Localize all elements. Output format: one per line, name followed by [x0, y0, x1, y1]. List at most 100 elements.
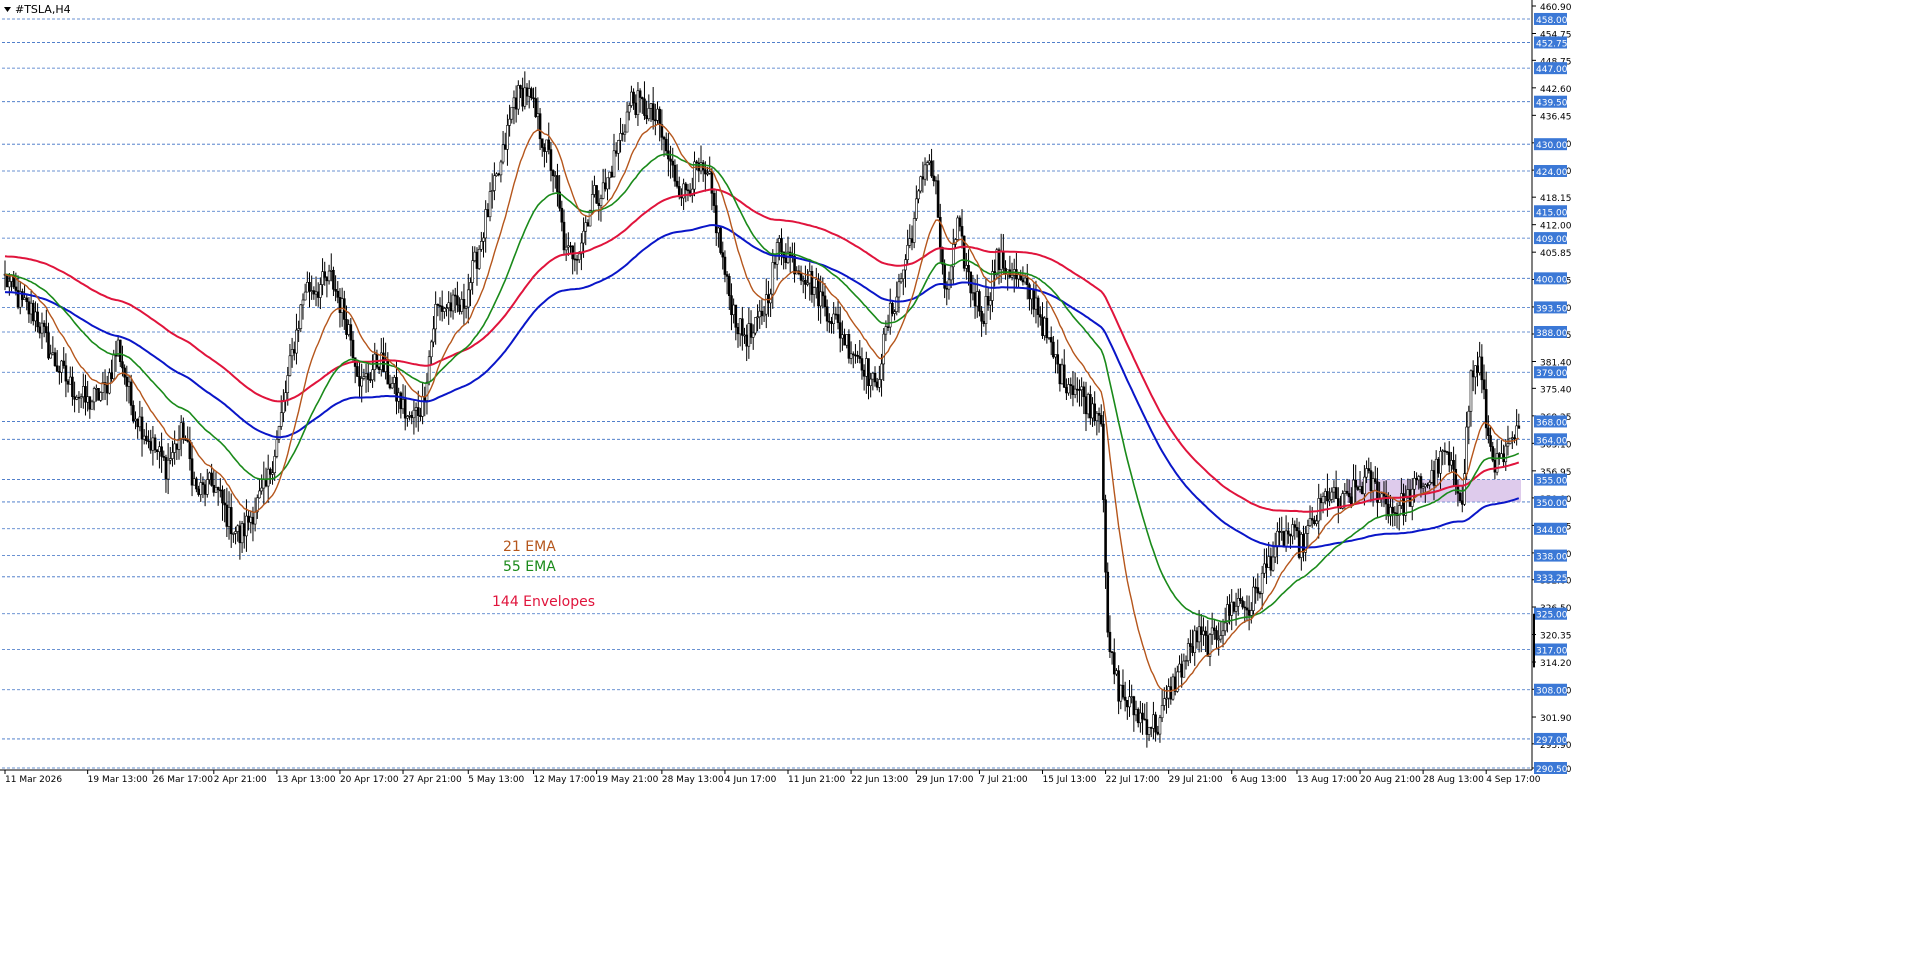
candle-body [142, 435, 146, 440]
x-tick-label: 4 Jun 17:00 [725, 775, 777, 785]
candle-body [1126, 700, 1129, 708]
candle-body [262, 478, 266, 489]
candle-body [486, 209, 490, 218]
candle-body [1249, 610, 1253, 616]
candle-body [1178, 663, 1181, 673]
candle-body [136, 418, 139, 428]
candle-body [8, 281, 11, 288]
candle-body [1310, 518, 1314, 521]
candle-body [512, 97, 516, 108]
candle-body [1450, 460, 1453, 466]
candle-body [856, 354, 859, 357]
candle-body [932, 175, 936, 182]
candle-body [138, 416, 142, 428]
candle-body [586, 222, 590, 227]
candle-body [1154, 714, 1157, 733]
candle-body [536, 113, 540, 117]
candle-body [719, 227, 722, 253]
candle-body [327, 270, 331, 282]
candle-body [649, 103, 653, 109]
candle-body [369, 379, 372, 381]
candle-body [862, 369, 866, 377]
price-level-tag-label: 355.00 [1536, 477, 1568, 487]
candle-body [290, 349, 294, 357]
candle-body [386, 358, 390, 385]
candle-body [1199, 626, 1203, 635]
candle-body [436, 304, 440, 306]
candle-body [630, 91, 633, 106]
candle-body [175, 443, 179, 450]
candle-body [1121, 684, 1125, 698]
x-tick-label: 13 Apr 13:00 [277, 775, 336, 785]
candle-body [182, 422, 185, 439]
candle-body [1049, 337, 1053, 343]
candle-body [497, 173, 501, 176]
candle-body [68, 376, 72, 385]
candle-body [25, 297, 29, 303]
candle-body [988, 300, 992, 306]
candle-body [1119, 684, 1123, 702]
candle-body [1147, 727, 1151, 735]
candle-body [958, 217, 962, 227]
candle-body [325, 277, 329, 282]
candle-body [27, 301, 31, 315]
candle-body [299, 304, 303, 329]
candle-body [695, 161, 698, 164]
candle-body [251, 516, 255, 525]
candle-body [610, 171, 614, 178]
candle-body [1054, 354, 1057, 358]
candle-body [121, 361, 124, 369]
candle-body [967, 265, 970, 273]
candle-body [843, 334, 846, 346]
candle-body [747, 323, 751, 347]
candle-body [177, 439, 181, 450]
candle-body [882, 333, 886, 365]
candle-body [810, 271, 814, 295]
candle-body [1439, 451, 1442, 474]
candle-body [86, 396, 89, 403]
price-chart[interactable]: 460.90454.75448.75442.60436.45430.30424.… [0, 0, 1916, 963]
candle-body [179, 422, 183, 440]
price-level-tag-label: 290.50 [1536, 765, 1568, 775]
candle-body [364, 373, 368, 377]
candle-body [743, 334, 746, 337]
candle-body [1060, 364, 1064, 385]
candle-body [453, 294, 457, 297]
candle-body [623, 131, 627, 135]
candle-body [1086, 394, 1090, 415]
price-level-tag-label: 430.00 [1536, 141, 1568, 151]
candle-body [1428, 482, 1431, 486]
candle-body [1149, 727, 1153, 729]
price-level-tag-label: 458.00 [1536, 16, 1568, 26]
candle-body [1447, 451, 1451, 466]
x-tick-label: 7 Jul 21:00 [979, 775, 1028, 785]
candle-body [1206, 635, 1210, 657]
candle-body [71, 376, 74, 397]
candle-body [377, 366, 381, 370]
candle-body [899, 278, 903, 283]
chart-window[interactable]: 460.90454.75448.75442.60436.45430.30424.… [0, 0, 1916, 963]
candle-body [127, 381, 131, 387]
price-level-tag-label: 409.00 [1536, 235, 1568, 245]
candle-body [619, 133, 622, 141]
candle-body [1245, 607, 1249, 611]
candle-body [701, 162, 705, 171]
candle-body [480, 241, 483, 250]
candle-body [110, 372, 113, 380]
candle-body [64, 365, 68, 382]
candle-body [95, 387, 98, 390]
candle-body [1028, 284, 1031, 300]
candle-body [730, 295, 733, 316]
candle-body [945, 287, 949, 290]
candle-body [556, 175, 559, 193]
candle-body [1247, 609, 1251, 616]
legend-ema55: 55 EMA [503, 559, 556, 575]
candle-body [1134, 709, 1138, 716]
candle-body [1226, 604, 1229, 624]
candle-body [1167, 686, 1170, 699]
candle-body [1313, 519, 1316, 525]
candle-body [240, 523, 244, 544]
candle-body [151, 437, 155, 451]
candle-body [1032, 289, 1036, 310]
candle-body [345, 319, 348, 335]
